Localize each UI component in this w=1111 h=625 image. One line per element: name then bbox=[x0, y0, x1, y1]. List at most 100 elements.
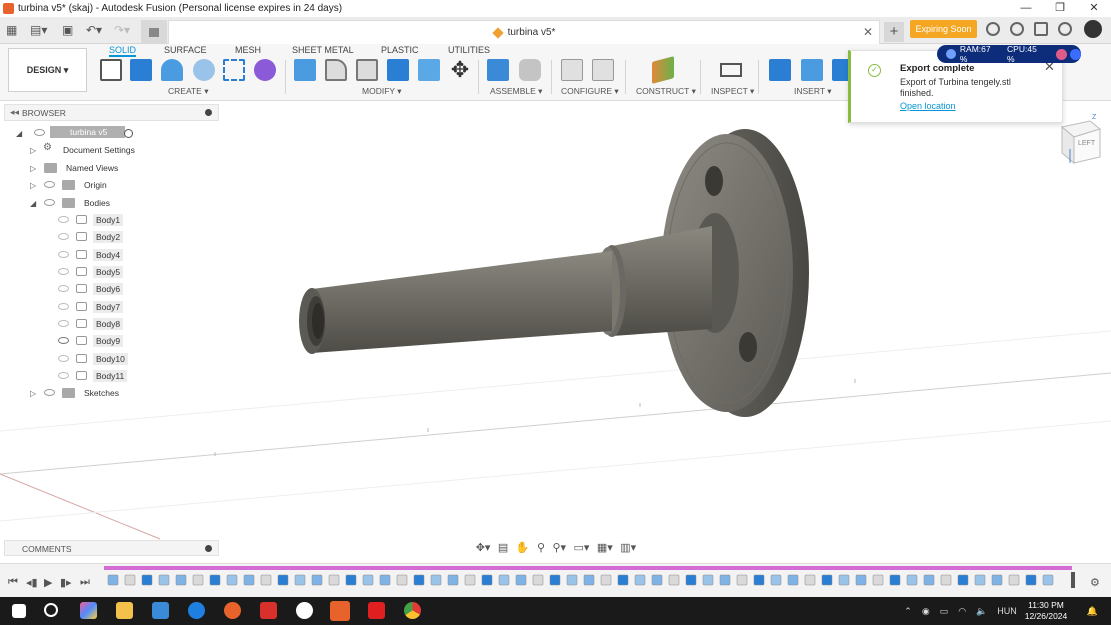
add-comment-icon[interactable] bbox=[205, 545, 212, 552]
timeline-feature-icon[interactable] bbox=[209, 574, 221, 586]
timeline-feature-icon[interactable] bbox=[124, 574, 136, 586]
tab-mesh[interactable]: MESH bbox=[235, 43, 261, 57]
timeline-feature-icon[interactable] bbox=[770, 574, 782, 586]
timeline-feature-icon[interactable] bbox=[277, 574, 289, 586]
timeline-feature-icon[interactable] bbox=[736, 574, 748, 586]
visibility-eye-icon[interactable] bbox=[44, 389, 55, 396]
orbit-icon[interactable]: ✥▾ bbox=[476, 541, 491, 554]
notification-bell-icon[interactable]: 🔔 bbox=[1087, 606, 1098, 617]
minimize-button[interactable]: — bbox=[1009, 0, 1043, 17]
timeline-feature-icon[interactable] bbox=[600, 574, 612, 586]
visibility-eye-icon[interactable] bbox=[58, 355, 69, 362]
insert-group-label[interactable]: INSERT ▾ bbox=[794, 86, 832, 97]
extrude-icon[interactable] bbox=[130, 59, 152, 81]
timeline-feature-icon[interactable] bbox=[447, 574, 459, 586]
display-icon[interactable]: ▭ bbox=[940, 606, 949, 617]
look-at-icon[interactable]: ▤ bbox=[498, 541, 508, 554]
create-sketch-icon[interactable] bbox=[100, 59, 122, 81]
copilot-icon[interactable] bbox=[80, 602, 97, 619]
visibility-eye-icon[interactable] bbox=[34, 129, 45, 136]
timeline-feature-icon[interactable] bbox=[1008, 574, 1020, 586]
timeline-feature-icon[interactable] bbox=[957, 574, 969, 586]
file-menu-icon[interactable]: ▤▾ bbox=[30, 22, 47, 38]
job-status-icon[interactable] bbox=[1010, 22, 1024, 36]
combine-icon[interactable] bbox=[418, 59, 440, 81]
timeline-feature-icon[interactable] bbox=[651, 574, 663, 586]
timeline-feature-icon[interactable] bbox=[243, 574, 255, 586]
arrow-icon[interactable] bbox=[1070, 48, 1082, 60]
assemble-group-label[interactable]: ASSEMBLE ▾ bbox=[490, 86, 542, 97]
blender-icon[interactable] bbox=[224, 602, 241, 619]
shaft-body[interactable] bbox=[299, 251, 612, 354]
expiring-soon-button[interactable]: Expiring Soon bbox=[910, 20, 977, 38]
timeline-feature-icon[interactable] bbox=[889, 574, 901, 586]
help-icon[interactable] bbox=[1058, 22, 1072, 36]
timeline-feature-icon[interactable] bbox=[1025, 574, 1037, 586]
restore-button[interactable]: ❐ bbox=[1043, 0, 1077, 17]
timeline-feature-icon[interactable] bbox=[583, 574, 595, 586]
visibility-eye-icon[interactable] bbox=[58, 303, 69, 310]
timeline-feature-icon[interactable] bbox=[634, 574, 646, 586]
document-tab[interactable]: turbina v5* ✕ bbox=[168, 20, 880, 44]
timeline-progress[interactable] bbox=[104, 566, 1072, 570]
timeline-feature-icon[interactable] bbox=[838, 574, 850, 586]
collapse-icon[interactable]: ◢ bbox=[30, 199, 36, 208]
app-grid-icon[interactable]: ▦ bbox=[6, 22, 17, 38]
timeline-feature-icon[interactable] bbox=[804, 574, 816, 586]
timeline-feature-icon[interactable] bbox=[923, 574, 935, 586]
joint-icon[interactable] bbox=[519, 59, 541, 81]
go-to-end-icon[interactable]: ⏭ bbox=[80, 576, 90, 589]
configure-group-label[interactable]: CONFIGURE ▾ bbox=[561, 86, 619, 97]
create-group-label[interactable]: CREATE ▾ bbox=[168, 86, 208, 97]
timeline-feature-icon[interactable] bbox=[974, 574, 986, 586]
pattern-icon[interactable] bbox=[223, 59, 245, 81]
timeline-feature-icon[interactable] bbox=[175, 574, 187, 586]
notifications-icon[interactable] bbox=[1034, 22, 1048, 36]
display-settings-icon[interactable]: ▭▾ bbox=[573, 541, 589, 554]
design-viewport[interactable]: LEFT Z bbox=[0, 101, 1111, 561]
insert-derive-icon[interactable] bbox=[769, 59, 791, 81]
timeline-feature-icon[interactable] bbox=[226, 574, 238, 586]
system-clock[interactable]: 11:30 PM 12/26/2024 bbox=[1021, 600, 1071, 622]
step-back-icon[interactable]: ◂▮ bbox=[26, 576, 38, 589]
expand-icon[interactable]: ◢ bbox=[16, 129, 22, 138]
zoom-window-icon[interactable]: ⚲▾ bbox=[552, 541, 566, 554]
timeline-feature-icon[interactable] bbox=[396, 574, 408, 586]
move-copy-icon[interactable]: ✥ bbox=[449, 59, 471, 81]
visibility-eye-icon[interactable] bbox=[58, 268, 69, 275]
go-to-start-icon[interactable]: ⏮ bbox=[8, 576, 18, 589]
visibility-eye-icon[interactable] bbox=[58, 233, 69, 240]
tab-utilities[interactable]: UTILITIES bbox=[448, 43, 490, 57]
chamfer-icon[interactable] bbox=[356, 59, 378, 81]
timeline-feature-icon[interactable] bbox=[413, 574, 425, 586]
visibility-eye-icon[interactable] bbox=[58, 320, 69, 327]
timeline-feature-icon[interactable] bbox=[821, 574, 833, 586]
view-cube[interactable]: LEFT Z bbox=[1060, 114, 1102, 165]
timeline-feature-icon[interactable] bbox=[702, 574, 714, 586]
show-hidden-icons[interactable]: ⌃ bbox=[904, 606, 912, 617]
expand-icon[interactable]: ▷ bbox=[30, 181, 36, 190]
press-pull-icon[interactable] bbox=[294, 59, 316, 81]
home-tab[interactable] bbox=[141, 20, 167, 44]
shell-icon[interactable] bbox=[387, 59, 409, 81]
timeline-feature-icon[interactable] bbox=[294, 574, 306, 586]
fillet-icon[interactable] bbox=[325, 59, 347, 81]
timeline-feature-icon[interactable] bbox=[532, 574, 544, 586]
timeline-feature-icon[interactable] bbox=[685, 574, 697, 586]
timeline-feature-icon[interactable] bbox=[498, 574, 510, 586]
windows-start-icon[interactable] bbox=[12, 604, 26, 618]
volume-icon[interactable]: 🔈 bbox=[976, 606, 987, 617]
tab-solid[interactable]: SOLID bbox=[109, 43, 137, 57]
timeline-feature-icon[interactable] bbox=[991, 574, 1003, 586]
revolve-icon[interactable] bbox=[161, 59, 183, 81]
save-icon[interactable]: ▣ bbox=[62, 22, 73, 38]
timeline-feature-icon[interactable] bbox=[855, 574, 867, 586]
visibility-eye-icon[interactable] bbox=[58, 337, 69, 344]
timeline-feature-icon[interactable] bbox=[464, 574, 476, 586]
timeline-feature-icon[interactable] bbox=[192, 574, 204, 586]
visibility-eye-icon[interactable] bbox=[44, 199, 55, 206]
search-icon[interactable] bbox=[44, 603, 58, 617]
timeline-feature-icon[interactable] bbox=[107, 574, 119, 586]
grid-settings-icon[interactable]: ▦▾ bbox=[597, 541, 613, 554]
close-window-button[interactable]: ✕ bbox=[1077, 0, 1111, 17]
